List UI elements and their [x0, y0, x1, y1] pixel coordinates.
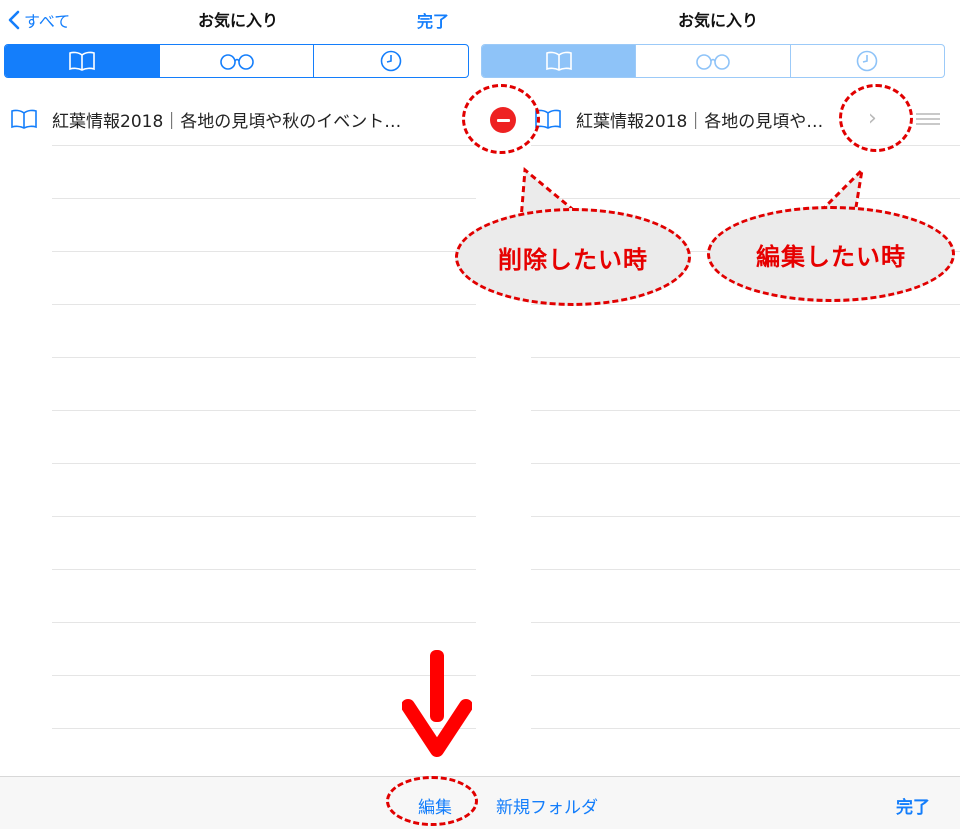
divider: [531, 622, 960, 623]
tab-reading-list[interactable]: [158, 45, 314, 77]
reading-list-icon: [219, 54, 254, 70]
divider: [531, 463, 960, 464]
divider: [52, 569, 476, 570]
bookmark-icon: [11, 109, 37, 129]
history-icon: [380, 50, 402, 72]
tab-history[interactable]: [313, 45, 468, 77]
arrow-down-icon: [402, 650, 472, 757]
reorder-handle-icon[interactable]: [916, 113, 940, 128]
divider: [531, 410, 960, 411]
annotation-circle-delete: [462, 84, 540, 154]
divider: [52, 304, 476, 305]
history-icon: [857, 50, 878, 72]
divider: [52, 357, 476, 358]
tab-reading-list[interactable]: [635, 45, 789, 77]
divider: [52, 410, 476, 411]
divider: [531, 569, 960, 570]
divider: [52, 622, 476, 623]
divider: [531, 357, 960, 358]
callout-delete: 削除したい時: [455, 208, 691, 306]
callout-edit-text: 編集したい時: [756, 242, 906, 271]
divider: [52, 198, 476, 199]
bottom-toolbar: 編集 新規フォルダ 完了: [0, 776, 960, 829]
tab-history[interactable]: [789, 45, 944, 77]
favorite-title: 紅葉情報2018｜各地の見頃や…: [576, 111, 824, 132]
callout-delete-text: 削除したい時: [498, 245, 648, 274]
segmented-control: [4, 44, 469, 78]
done-button[interactable]: 完了: [896, 793, 930, 818]
divider: [52, 463, 476, 464]
list-item-favorite[interactable]: 紅葉情報2018｜各地の見頃や…: [534, 92, 834, 146]
favorite-title: 紅葉情報2018｜各地の見頃や秋のイベント…: [52, 111, 402, 132]
page-title: お気に入り: [197, 11, 278, 30]
bookmarks-icon: [69, 51, 95, 71]
reading-list-icon: [696, 54, 730, 70]
divider: [531, 675, 960, 676]
page-title: お気に入り: [677, 11, 758, 30]
annotation-circle-edit: [386, 776, 478, 826]
divider: [531, 728, 960, 729]
new-folder-button[interactable]: 新規フォルダ: [496, 793, 598, 818]
annotation-circle-chevron: [839, 84, 913, 152]
callout-edit: 編集したい時: [707, 206, 955, 302]
segmented-control: [481, 44, 945, 78]
done-button[interactable]: 完了: [417, 8, 449, 32]
divider: [52, 516, 476, 517]
divider: [531, 516, 960, 517]
divider: [52, 251, 476, 252]
list-item-favorite[interactable]: 紅葉情報2018｜各地の見頃や秋のイベント…: [10, 92, 450, 146]
tab-bookmarks[interactable]: [5, 45, 159, 77]
bookmarks-icon: [545, 51, 572, 71]
tab-bookmarks[interactable]: [482, 45, 636, 77]
